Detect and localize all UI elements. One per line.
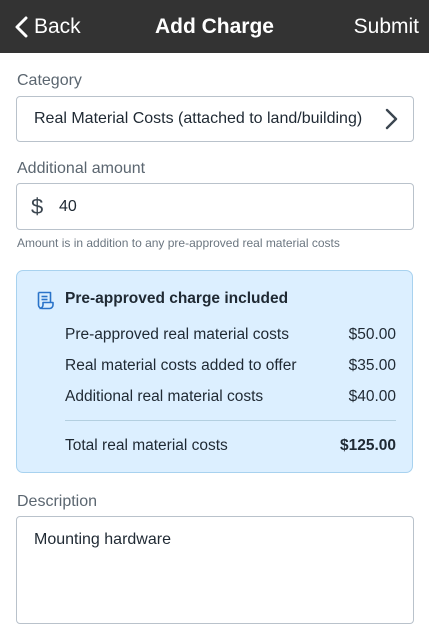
summary-total-amount: $125.00	[339, 437, 396, 454]
top-navbar: Back Add Charge Submit	[0, 0, 429, 53]
amount-field: $	[16, 183, 414, 230]
description-textarea[interactable]: Mounting hardware	[16, 516, 414, 624]
dollar-icon: $	[31, 194, 44, 219]
back-button[interactable]: Back	[14, 0, 81, 53]
summary-title: Pre-approved charge included	[65, 290, 289, 307]
summary-divider	[65, 420, 396, 421]
amount-label: Additional amount	[17, 160, 146, 177]
summary-row-amount: $35.00	[348, 357, 396, 374]
description-label: Description	[17, 493, 98, 510]
chevron-right-icon	[385, 108, 398, 130]
summary-row-amount: $50.00	[348, 326, 396, 343]
summary-row-amount: $40.00	[348, 388, 396, 405]
summary-total-row: Total real material costs $125.00	[65, 437, 396, 455]
summary-row-label: Pre-approved real material costs	[65, 326, 289, 343]
description-value: Mounting hardware	[34, 531, 171, 548]
receipt-icon	[37, 291, 54, 310]
submit-button[interactable]: Submit	[354, 0, 419, 53]
back-label: Back	[34, 14, 81, 38]
summary-row-label: Additional real material costs	[65, 388, 264, 405]
category-label: Category	[17, 72, 82, 89]
summary-row-label: Real material costs added to offer	[65, 357, 297, 374]
amount-hint: Amount is in addition to any pre-approve…	[17, 236, 340, 250]
summary-row: Pre-approved real material costs $50.00	[65, 326, 396, 344]
category-value: Real Material Costs (attached to land/bu…	[34, 110, 363, 127]
category-select[interactable]: Real Material Costs (attached to land/bu…	[16, 96, 414, 142]
amount-input[interactable]	[59, 190, 399, 223]
summary-row: Real material costs added to offer $35.0…	[65, 357, 396, 375]
preapproved-summary-card: Pre-approved charge included Pre-approve…	[16, 270, 413, 473]
summary-row: Additional real material costs $40.00	[65, 388, 396, 406]
summary-total-label: Total real material costs	[65, 437, 228, 454]
chevron-left-icon	[15, 16, 28, 37]
